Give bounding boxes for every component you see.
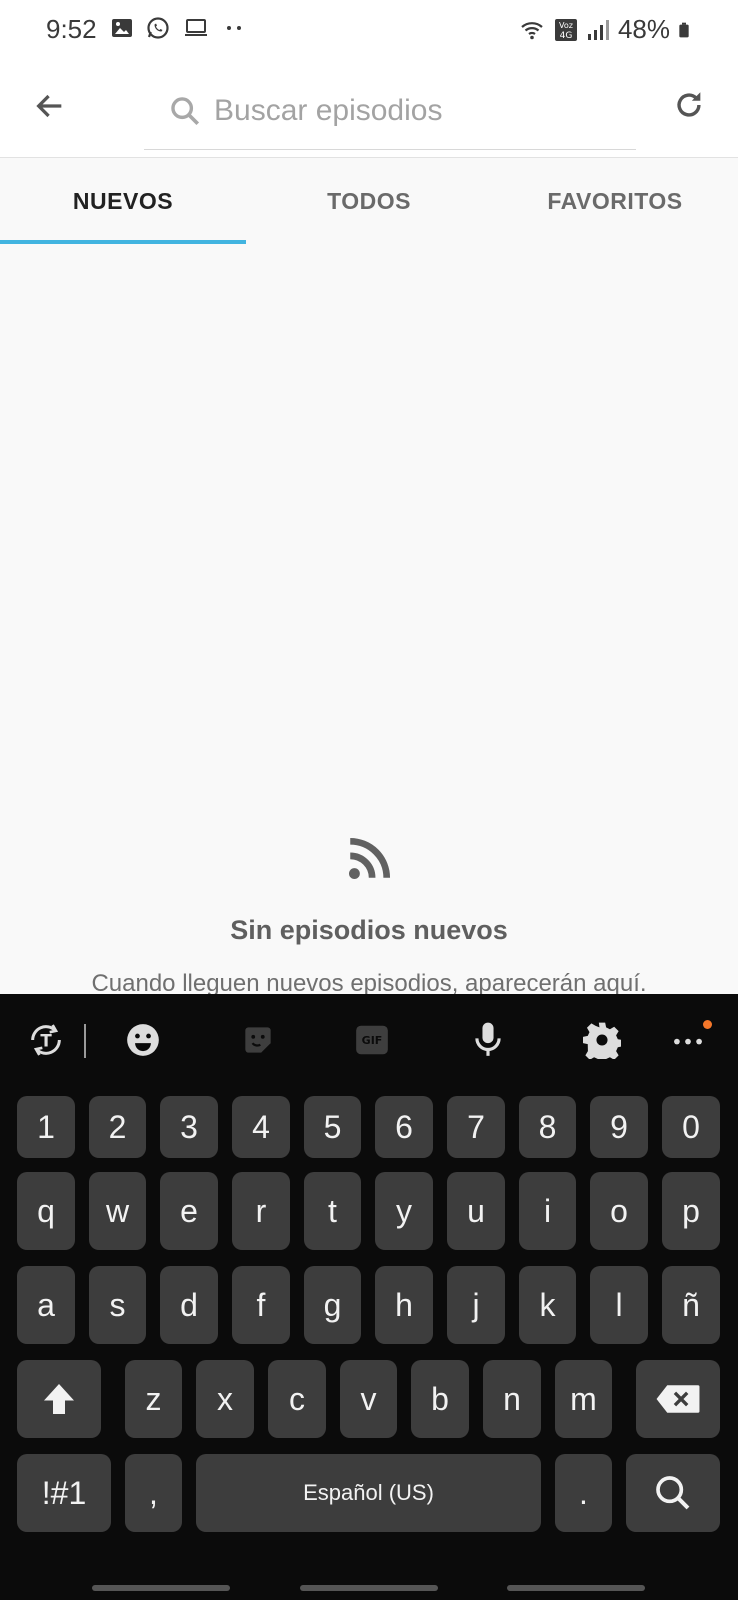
gif-button[interactable]: GIF [352, 1020, 392, 1060]
microphone-icon [475, 1022, 501, 1056]
battery-percent: 48% [617, 14, 670, 44]
key-s[interactable]: s [89, 1266, 146, 1344]
translate-button[interactable]: T [26, 1020, 66, 1060]
back-arrow-icon [36, 94, 62, 118]
key-9[interactable]: 9 [590, 1096, 648, 1158]
key-e[interactable]: e [160, 1172, 218, 1250]
key-5[interactable]: 5 [304, 1096, 361, 1158]
key-p[interactable]: p [662, 1172, 720, 1250]
nav-home[interactable] [300, 1585, 438, 1591]
svg-text:T: T [40, 1032, 52, 1051]
key-0[interactable]: 0 [662, 1096, 720, 1158]
key-l[interactable]: l [590, 1266, 648, 1344]
tab-favoritos[interactable]: FAVORITOS [492, 158, 738, 244]
backspace-key[interactable] [636, 1360, 720, 1438]
key-q[interactable]: q [17, 1172, 75, 1250]
key-enye[interactable]: ñ [662, 1266, 720, 1344]
image-icon [112, 19, 132, 37]
key-n[interactable]: n [483, 1360, 541, 1438]
more-dots-icon [227, 26, 241, 30]
key-6[interactable]: 6 [375, 1096, 433, 1158]
key-y[interactable]: y [375, 1172, 433, 1250]
refresh-icon [677, 92, 701, 117]
microphone-button[interactable] [468, 1020, 508, 1060]
key-v[interactable]: v [340, 1360, 397, 1438]
key-h[interactable]: h [375, 1266, 433, 1344]
key-4[interactable]: 4 [232, 1096, 290, 1158]
search-icon [656, 1476, 690, 1510]
key-o[interactable]: o [590, 1172, 648, 1250]
key-7[interactable]: 7 [447, 1096, 505, 1158]
emoji-icon [127, 1024, 159, 1056]
sticker-icon [245, 1027, 271, 1053]
search-icon [171, 97, 200, 126]
wifi-icon [521, 21, 543, 39]
symbols-key[interactable]: !#1 [17, 1454, 111, 1532]
key-1[interactable]: 1 [17, 1096, 75, 1158]
keyboard: T GIF 1 2 3 4 5 6 7 8 9 0 q w e r t y u … [0, 994, 738, 1600]
key-8[interactable]: 8 [519, 1096, 576, 1158]
key-f[interactable]: f [232, 1266, 290, 1344]
app-bar [0, 60, 738, 158]
svg-text:Voz: Voz [559, 21, 573, 30]
shift-key[interactable] [17, 1360, 101, 1438]
tab-todos[interactable]: TODOS [246, 158, 492, 244]
key-a[interactable]: a [17, 1266, 75, 1344]
key-r[interactable]: r [232, 1172, 290, 1250]
key-w[interactable]: w [89, 1172, 146, 1250]
period-key[interactable]: . [555, 1454, 612, 1532]
key-d[interactable]: d [160, 1266, 218, 1344]
more-options-icon [674, 1038, 702, 1045]
shift-icon [44, 1384, 74, 1414]
settings-icon [583, 1022, 621, 1059]
gif-label: GIF [361, 1033, 383, 1047]
laptop-icon [185, 19, 207, 36]
key-2[interactable]: 2 [89, 1096, 146, 1158]
empty-state: Sin episodios nuevos Cuando lleguen nuev… [0, 820, 738, 998]
notification-dot [703, 1020, 712, 1029]
nav-recent[interactable] [92, 1585, 230, 1591]
key-b[interactable]: b [411, 1360, 469, 1438]
battery-icon [679, 22, 689, 37]
key-u[interactable]: u [447, 1172, 505, 1250]
comma-key[interactable]: , [125, 1454, 182, 1532]
backspace-icon [656, 1385, 700, 1413]
sticker-button[interactable] [238, 1020, 278, 1060]
tab-bar: NUEVOS TODOS FAVORITOS [0, 158, 738, 244]
search-key[interactable] [626, 1454, 720, 1532]
key-3[interactable]: 3 [160, 1096, 218, 1158]
more-options-button[interactable] [668, 1020, 708, 1060]
key-m[interactable]: m [555, 1360, 612, 1438]
key-g[interactable]: g [304, 1266, 361, 1344]
key-k[interactable]: k [519, 1266, 576, 1344]
key-i[interactable]: i [519, 1172, 576, 1250]
refresh-button[interactable] [664, 80, 714, 130]
key-j[interactable]: j [447, 1266, 505, 1344]
signal-icon [587, 19, 609, 40]
status-time: 9:52 [46, 14, 97, 44]
key-x[interactable]: x [196, 1360, 254, 1438]
space-key[interactable]: Español (US) [196, 1454, 541, 1532]
status-bar: 9:52 Voz 4G 48% [0, 0, 738, 60]
settings-button[interactable] [582, 1020, 622, 1060]
volte-4g-icon: Voz4G [554, 18, 577, 41]
back-button[interactable] [26, 82, 74, 130]
key-z[interactable]: z [125, 1360, 182, 1438]
rss-icon [349, 837, 391, 879]
tab-nuevos[interactable]: NUEVOS [0, 158, 246, 244]
keyboard-toolbar: T GIF [0, 994, 738, 1086]
translate-icon: T [31, 1024, 61, 1056]
key-c[interactable]: c [268, 1360, 326, 1438]
toolbar-divider [84, 1024, 86, 1058]
search-input[interactable] [214, 74, 624, 148]
key-t[interactable]: t [304, 1172, 361, 1250]
emoji-button[interactable] [123, 1020, 163, 1060]
svg-text:4G: 4G [560, 31, 573, 41]
whatsapp-icon [147, 17, 169, 39]
empty-state-title: Sin episodios nuevos [230, 915, 508, 945]
search-field[interactable] [144, 74, 636, 150]
nav-back[interactable] [507, 1585, 645, 1591]
